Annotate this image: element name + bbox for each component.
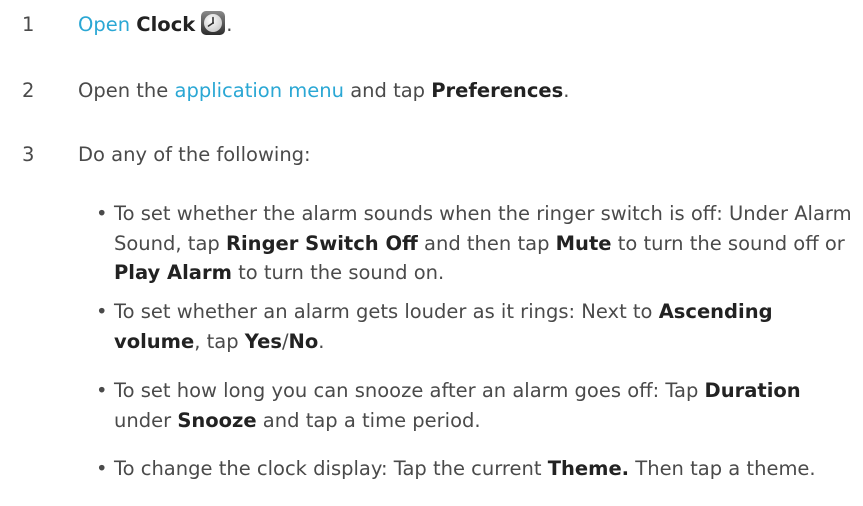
list-item-text: To set whether the alarm sounds when the…	[114, 199, 860, 288]
text-run: To set how long you can snooze after an …	[114, 379, 705, 402]
ringer-switch-off-label: Ringer Switch Off	[225, 231, 418, 255]
bullet-marker: •	[96, 202, 108, 225]
step-text: Open the application menu and tap Prefer…	[78, 76, 569, 105]
step-prefix: Open the	[78, 79, 169, 102]
mute-label: Mute	[555, 231, 612, 255]
bullet-marker: •	[96, 300, 108, 323]
open-link[interactable]: Open	[78, 13, 130, 36]
step-text: Do any of the following:	[78, 143, 311, 166]
application-menu-link[interactable]: application menu	[175, 79, 344, 102]
text-run: to turn the sound on.	[231, 261, 445, 284]
text-run: .	[318, 329, 325, 353]
snooze-label: Snooze	[177, 408, 257, 432]
text-run: and then tap	[417, 231, 556, 255]
text-run: To change the clock display: Tap the cur…	[114, 457, 548, 480]
text-run: to turn the sound off or	[611, 231, 845, 255]
step-number: 2	[22, 79, 35, 102]
bullet-marker: •	[96, 457, 108, 480]
step-text: Open Clock .	[78, 10, 232, 39]
step-middle: and tap	[350, 79, 426, 102]
duration-label: Duration	[704, 379, 801, 402]
app-name: Clock	[136, 13, 196, 36]
text-run: and tap a time period.	[256, 408, 481, 432]
preferences-label: Preferences	[431, 79, 564, 102]
text-run: Then tap a theme.	[629, 457, 816, 480]
list-item-text: To set how long you can snooze after an …	[114, 376, 860, 435]
text-run: , tap	[194, 329, 245, 353]
no-label: No	[288, 329, 319, 353]
play-alarm-label: Play Alarm	[114, 261, 232, 284]
bullet-marker: •	[96, 379, 108, 402]
step-number: 3	[22, 143, 35, 166]
list-item-text: To set whether an alarm gets louder as i…	[114, 297, 860, 356]
step-number: 1	[22, 13, 35, 36]
text-run: /	[281, 329, 289, 353]
step-period: .	[563, 79, 570, 102]
text-run: To set whether an alarm gets louder as i…	[114, 300, 659, 323]
clock-icon	[200, 10, 226, 36]
theme-label: Theme.	[547, 457, 630, 480]
step-period: .	[226, 13, 233, 36]
yes-label: Yes	[244, 329, 282, 353]
text-run: under	[114, 408, 178, 432]
list-item-text: To change the clock display: Tap the cur…	[114, 454, 860, 484]
